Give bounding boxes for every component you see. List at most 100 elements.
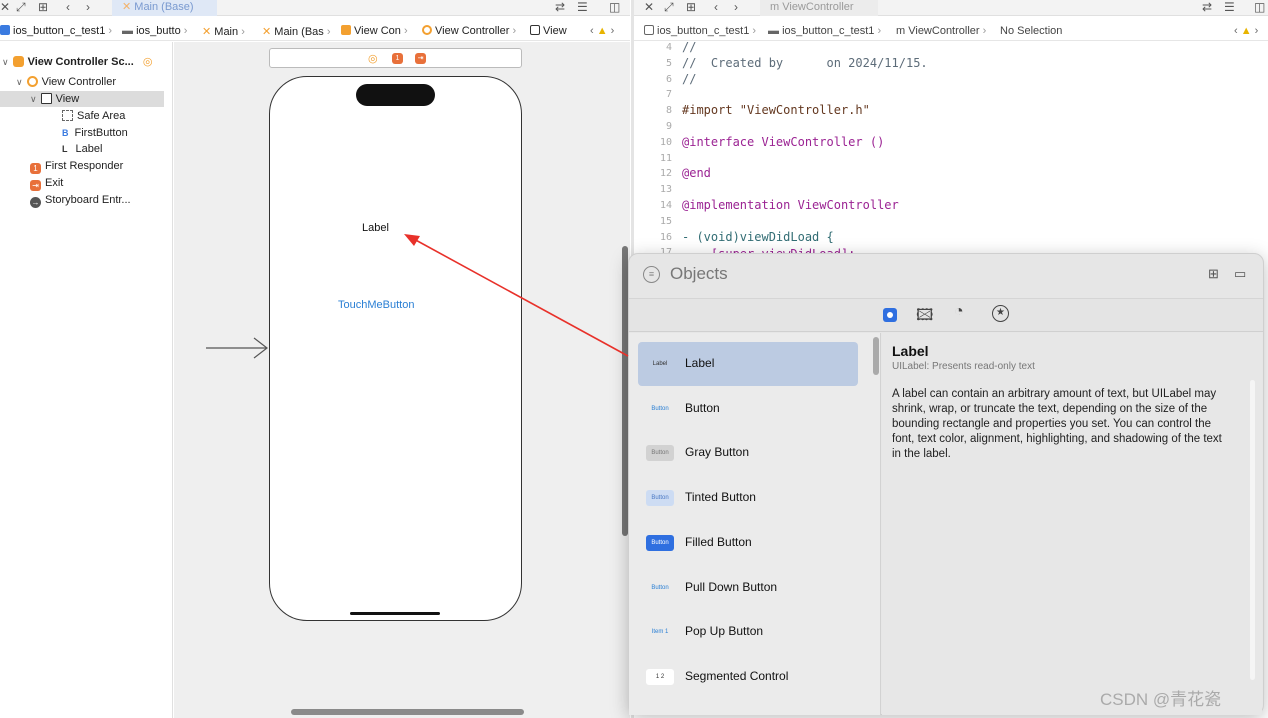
arrow-right-icon: → [30,197,41,208]
tab-viewcontroller[interactable]: m ViewController [760,0,878,16]
breadcrumb-scene[interactable]: View Con › [341,25,408,37]
library-item-segmented-control[interactable]: 1 2 Segmented Control [638,655,858,699]
first-responder-icon[interactable]: 1 [392,53,403,64]
library-item-pull-down-button[interactable]: Button Pull Down Button [638,566,858,610]
scene-icon [341,25,351,35]
breadcrumb-file[interactable]: m ViewController › [896,25,986,37]
breadcrumb-view[interactable]: View [530,25,567,37]
item-label: Pull Down Button [685,579,778,594]
outline-view-controller[interactable]: ∨ View Controller [16,74,166,90]
code-line[interactable]: @interface ViewController () [682,135,884,149]
chevron-down-icon[interactable]: ∨ [16,77,23,87]
outline-first-button[interactable]: B FirstButton [62,125,128,141]
nav-arrows-icon[interactable]: ‹ ▲ › [590,25,614,37]
scene-icon [12,56,24,67]
tab-main-base[interactable]: ✕ Main (Base) [112,0,217,16]
image-icon[interactable]: 🖾 [916,304,933,331]
storyboard-icon: ✕ [262,26,275,38]
view-controller-icon[interactable]: ◎ [368,52,378,65]
panel-toggle-icon[interactable]: ▭ [1234,266,1246,282]
watermark: CSDN @青花瓷 [1100,690,1222,709]
item-thumbnail-icon: Button [646,534,674,551]
view-icon [40,93,52,104]
outline-exit[interactable]: ⇥ Exit [30,175,63,191]
entry-point-arrow-icon[interactable] [200,336,272,360]
home-indicator [350,612,440,615]
breadcrumb-project[interactable]: ios_button_c_test1 › [644,25,756,37]
code-line[interactable]: // [682,72,696,86]
close-icon[interactable]: ✕ [0,0,10,14]
line-number: 9 [665,121,672,132]
library-item-filled-button[interactable]: Button Filled Button [638,521,858,565]
editor-options-icon[interactable]: ☰ [577,0,588,14]
canvas-label[interactable]: Label [362,222,389,234]
swap-icon[interactable]: ⇄ [555,0,565,14]
outline-view[interactable]: ∨ View [0,91,164,107]
line-number: 15 [659,215,672,227]
editor-options-icon[interactable]: ☰ [1224,0,1235,14]
outline-first-responder[interactable]: 1 First Responder [30,158,123,174]
grid-icon[interactable]: ⊞ [686,0,696,14]
star-icon[interactable]: ★ [992,305,1009,322]
expand-icon[interactable]: ⤢ [16,0,26,14]
forward-icon[interactable]: › [86,0,90,14]
palette-icon[interactable]: ◔ [954,303,964,321]
exit-icon[interactable]: ⇥ [415,53,426,64]
iphone-view[interactable] [269,76,522,621]
library-item-tinted-button[interactable]: Button Tinted Button [638,476,858,520]
code-line[interactable]: // Created by on 2024/11/15. [682,56,928,70]
storyboard-icon: ✕ [122,1,135,13]
code-line[interactable]: #import "ViewController.h" [682,103,870,117]
close-icon[interactable]: ✕ [644,0,654,14]
detail-subtitle: UILabel: Presents read-only text [892,361,1035,372]
code-line[interactable]: @implementation ViewController [682,198,899,212]
library-title[interactable]: Objects [670,264,728,284]
item-label: Tinted Button [685,490,756,505]
outline-scene[interactable]: ∨ View Controller Sc... ◎ [2,54,170,70]
library-scrollbar[interactable] [873,337,879,375]
filter-icon[interactable]: ≡ [643,266,660,283]
library-item-pop-up-button[interactable]: Item 1 Pop Up Button [638,610,858,654]
breadcrumb-main[interactable]: ✕ Main › [202,25,245,38]
expand-icon[interactable]: ⤢ [664,0,674,14]
scene-dock[interactable]: ◎ 1 ⇥ [269,48,522,68]
breadcrumb-selection[interactable]: No Selection [1000,25,1062,37]
forward-icon[interactable]: › [734,0,738,14]
label-badge-icon: L [62,144,68,154]
left-tab-bar: ✕ ⤢ ⊞ ‹ › ✕ Main (Base) ⇄ ☰ ◫ [0,0,630,16]
chevron-down-icon[interactable]: ∨ [30,94,37,104]
nav-arrows-icon[interactable]: ‹ ▲ › [1234,25,1258,37]
code-editor[interactable] [634,42,1268,257]
objects-icon[interactable] [883,308,897,322]
detail-scrollbar[interactable] [1250,380,1255,680]
split-editor-icon[interactable]: ◫ [609,0,620,14]
code-line[interactable]: // [682,40,696,54]
line-number: 11 [659,152,672,164]
line-number: 8 [665,105,672,117]
chevron-down-icon[interactable]: ∨ [2,57,9,67]
back-icon[interactable]: ‹ [66,0,70,14]
view-controller-icon [26,76,38,87]
grid-view-icon[interactable]: ⊞ [1208,266,1219,282]
outline-storyboard-entry[interactable]: → Storyboard Entr... [30,192,131,208]
canvas-touch-me-button[interactable]: TouchMeButton [338,299,414,311]
breadcrumb-folder[interactable]: ▬ ios_button_c_test1 › [768,25,881,37]
outline-label[interactable]: L Label [62,141,102,157]
horizontal-scrollbar[interactable] [291,709,524,715]
library-item-gray-button[interactable]: Button Gray Button [638,431,858,475]
grid-icon[interactable]: ⊞ [38,0,48,14]
breadcrumb-project[interactable]: ios_button_c_test1 › [0,25,112,37]
breadcrumb-folder[interactable]: ▬ ios_butto › [122,25,187,37]
breadcrumb-view-controller[interactable]: View Controller › [422,25,516,37]
code-line[interactable]: @end [682,166,711,180]
back-icon[interactable]: ‹ [714,0,718,14]
right-jump-bar: ios_button_c_test1 › ▬ ios_button_c_test… [634,21,1268,41]
library-item-label[interactable]: Label Label [638,342,858,386]
swap-icon[interactable]: ⇄ [1202,0,1212,14]
project-icon [0,25,10,35]
library-item-button[interactable]: Button Button [638,387,858,431]
breadcrumb-main-base[interactable]: ✕ Main (Bas › [262,25,331,38]
code-line[interactable]: - (void)viewDidLoad { [682,230,834,244]
split-editor-icon[interactable]: ◫ [1254,0,1265,14]
outline-safe-area[interactable]: Safe Area [62,108,125,124]
